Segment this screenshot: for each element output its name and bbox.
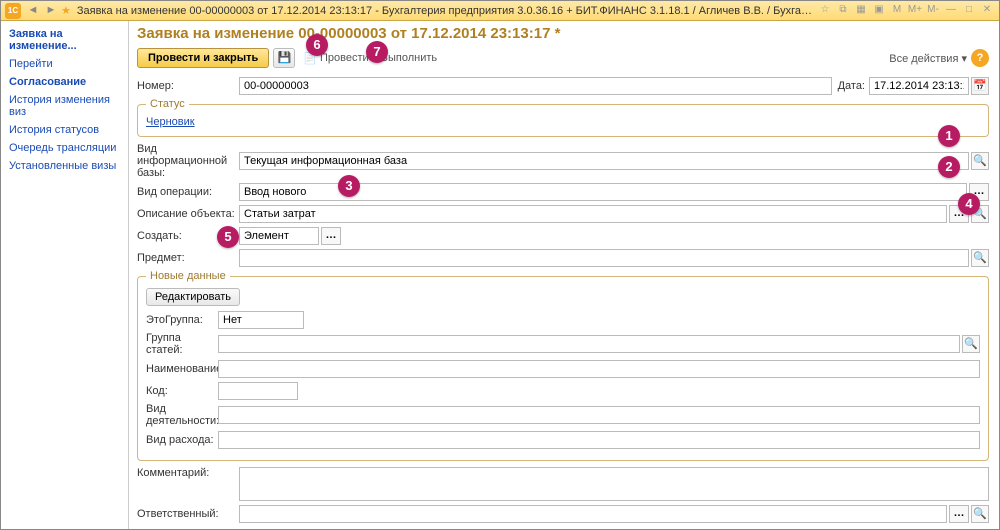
document-title: Заявка на изменение 00-00000003 от 17.12… xyxy=(137,25,989,42)
name-label: Наименование: xyxy=(146,363,218,375)
app-icon: 1C xyxy=(5,3,21,19)
newdata-legend: Новые данные xyxy=(146,270,230,282)
sidebar-item[interactable]: Перейти xyxy=(1,55,128,73)
save-icon[interactable]: 💾 xyxy=(273,48,295,68)
dots-icon[interactable]: … xyxy=(949,505,969,523)
sidebar-item[interactable]: Очередь трансляции xyxy=(1,139,128,157)
activity-field[interactable] xyxy=(218,406,980,424)
sidebar-item[interactable]: Согласование xyxy=(1,73,128,91)
sidebar-item[interactable]: История статусов xyxy=(1,121,128,139)
isgroup-field[interactable] xyxy=(218,311,304,329)
responsible-field[interactable] xyxy=(239,505,947,523)
name-field[interactable] xyxy=(218,360,980,378)
status-group: Статус Черновик xyxy=(137,98,989,137)
lookup-icon[interactable]: 🔍 xyxy=(971,249,989,267)
comment-field[interactable] xyxy=(239,467,989,501)
dots-icon[interactable]: … xyxy=(321,227,341,245)
infobase-field[interactable] xyxy=(239,152,969,170)
toolbar-icon[interactable]: ▣ xyxy=(871,4,887,18)
object-label: Описание объекта: xyxy=(137,208,239,220)
lookup-icon[interactable]: 🔍 xyxy=(971,505,989,523)
callout-7: 7 xyxy=(366,41,388,63)
comment-label: Комментарий: xyxy=(137,467,239,479)
toolbar-icon[interactable]: ⧉ xyxy=(835,4,851,18)
sidebar-item[interactable]: Заявка на изменение... xyxy=(1,25,128,55)
content-area: Заявка на изменение 00-00000003 от 17.12… xyxy=(129,21,999,529)
callout-4: 4 xyxy=(958,193,980,215)
lookup-icon[interactable]: 🔍 xyxy=(971,152,989,170)
minimize-icon[interactable]: — xyxy=(943,4,959,18)
infobase-label: Вид информационной базы: xyxy=(137,143,239,179)
newdata-group: Новые данные Редактировать ЭтоГруппа: Гр… xyxy=(137,270,989,461)
sidebar-item[interactable]: Установленные визы xyxy=(1,157,128,175)
toolbar-text: M xyxy=(889,4,905,18)
all-actions-menu[interactable]: Все действия ▾ xyxy=(889,52,967,65)
expense-label: Вид расхода: xyxy=(146,434,218,446)
object-field[interactable] xyxy=(239,205,947,223)
callout-5: 5 xyxy=(217,226,239,248)
code-field[interactable] xyxy=(218,382,298,400)
post-and-close-button[interactable]: Провести и закрыть xyxy=(137,48,269,68)
date-label: Дата: xyxy=(838,80,865,92)
callout-6: 6 xyxy=(306,34,328,56)
toolbar-icon[interactable]: ▦ xyxy=(853,4,869,18)
nav-fwd-icon[interactable]: ► xyxy=(43,3,59,19)
subject-label: Предмет: xyxy=(137,252,239,264)
titlebar-right: ☆ ⧉ ▦ ▣ M M+ M- — □ ✕ xyxy=(817,4,995,18)
callout-1: 1 xyxy=(938,125,960,147)
close-icon[interactable]: ✕ xyxy=(979,4,995,18)
number-label: Номер: xyxy=(137,80,239,92)
status-link[interactable]: Черновик xyxy=(146,116,195,128)
toolbar-text: M+ xyxy=(907,4,923,18)
artgroup-field[interactable] xyxy=(218,335,960,353)
date-field[interactable] xyxy=(869,77,969,95)
help-icon[interactable]: ? xyxy=(971,49,989,67)
toolbar-text: M- xyxy=(925,4,941,18)
number-field[interactable] xyxy=(239,77,832,95)
code-label: Код: xyxy=(146,385,218,397)
nav-sidebar: Заявка на изменение... Перейти Согласова… xyxy=(1,21,129,529)
callout-2: 2 xyxy=(938,156,960,178)
subject-field[interactable] xyxy=(239,249,969,267)
lookup-icon[interactable]: 🔍 xyxy=(962,335,980,353)
calendar-icon[interactable]: 📅 xyxy=(971,77,989,95)
edit-button[interactable]: Редактировать xyxy=(146,288,240,306)
sidebar-item[interactable]: История изменения виз xyxy=(1,91,128,121)
favorite-icon[interactable]: ★ xyxy=(61,4,71,17)
isgroup-label: ЭтоГруппа: xyxy=(146,314,218,326)
maximize-icon[interactable]: □ xyxy=(961,4,977,18)
window-titlebar: 1C ◄ ► ★ Заявка на изменение 00-00000003… xyxy=(1,1,999,21)
expense-field[interactable] xyxy=(218,431,980,449)
toolbar: Провести и закрыть 💾 📄Провести Выполнить… xyxy=(137,48,989,68)
activity-label: Вид деятельности: xyxy=(146,403,218,427)
callout-3: 3 xyxy=(338,175,360,197)
toolbar-icon[interactable]: ☆ xyxy=(817,4,833,18)
status-legend: Статус xyxy=(146,98,189,110)
nav-back-icon[interactable]: ◄ xyxy=(25,3,41,19)
create-field[interactable] xyxy=(239,227,319,245)
artgroup-label: Группа статей: xyxy=(146,332,218,356)
operation-label: Вид операции: xyxy=(137,186,239,198)
window-title: Заявка на изменение 00-00000003 от 17.12… xyxy=(77,5,817,17)
post-label: Провести xyxy=(320,52,369,64)
responsible-label: Ответственный: xyxy=(137,508,239,520)
